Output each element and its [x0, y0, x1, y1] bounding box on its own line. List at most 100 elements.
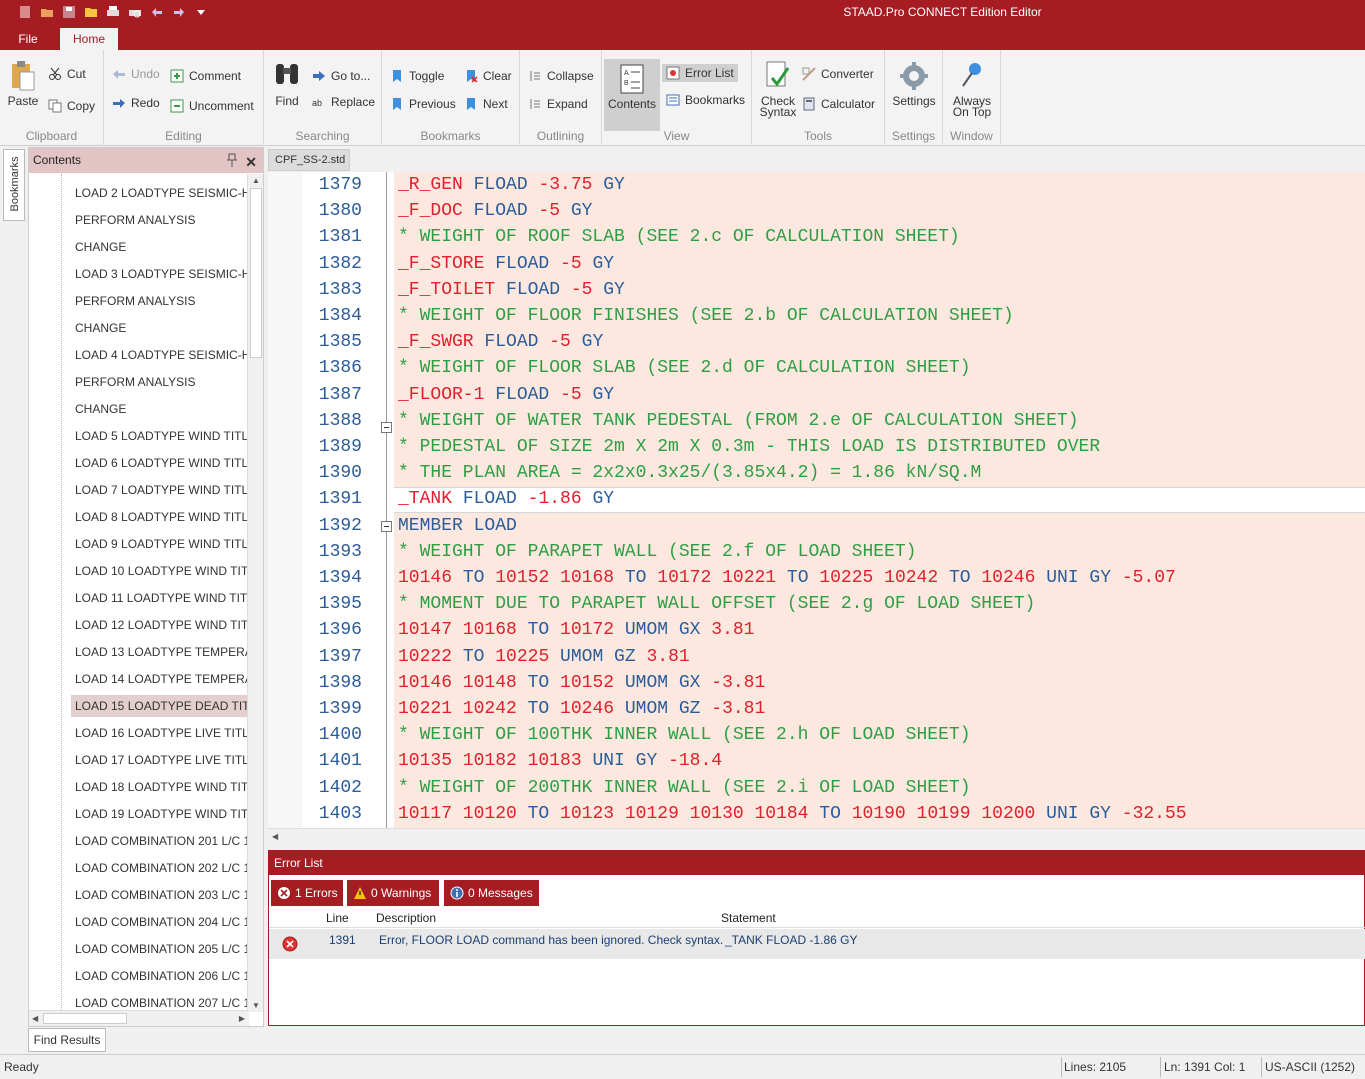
- code-line[interactable]: * WEIGHT OF PARAPET WALL (SEE 2.f OF LOA…: [398, 539, 916, 565]
- tree-item[interactable]: LOAD 12 LOADTYPE WIND TITLE: [71, 614, 249, 636]
- error-list-button[interactable]: Error List: [662, 64, 738, 82]
- file-tab[interactable]: CPF_SS-2.std: [268, 149, 350, 171]
- errors-filter-button[interactable]: 1 Errors: [271, 880, 343, 906]
- code-editor[interactable]: 1379 1380 1381 1382 1383 1384 1385 1386 1387 1388…: [268, 172, 1365, 828]
- bookmarks-side-tab[interactable]: Bookmarks: [3, 149, 25, 221]
- calculator-button[interactable]: Calculator: [802, 97, 875, 111]
- tree-item[interactable]: LOAD 11 LOADTYPE WIND TITLE: [71, 587, 249, 609]
- column-description[interactable]: Description: [376, 911, 436, 925]
- warnings-filter-button[interactable]: 0 Warnings: [347, 880, 439, 906]
- tree-item[interactable]: LOAD 19 LOADTYPE WIND TITLE: [71, 803, 249, 825]
- code-line[interactable]: _F_STORE FLOAD -5 GY: [398, 251, 614, 277]
- column-line[interactable]: Line: [326, 911, 349, 925]
- close-icon[interactable]: ✕: [245, 150, 257, 174]
- code-line[interactable]: _R_GEN FLOAD -3.75 GY: [398, 172, 625, 198]
- contents-vertical-thumb[interactable]: [250, 188, 262, 358]
- tree-item[interactable]: LOAD COMBINATION 204 L/C 1.3: [71, 911, 249, 933]
- tree-item[interactable]: PERFORM ANALYSIS: [71, 290, 249, 312]
- comment-button[interactable]: Comment: [170, 69, 241, 83]
- previous-bookmark-button[interactable]: Previous: [390, 97, 456, 111]
- undo-button[interactable]: Undo: [112, 67, 160, 81]
- code-line[interactable]: 10146 TO 10152 10168 TO 10172 10221 TO 1…: [398, 565, 1176, 591]
- tree-item[interactable]: PERFORM ANALYSIS: [71, 209, 249, 231]
- tree-item[interactable]: CHANGE: [71, 398, 249, 420]
- tree-item[interactable]: LOAD 13 LOADTYPE TEMPERATU: [71, 641, 249, 663]
- tree-item[interactable]: LOAD 17 LOADTYPE LIVE TITLE (E: [71, 749, 249, 771]
- paste-button[interactable]: Paste: [6, 60, 40, 107]
- tree-item[interactable]: LOAD 7 LOADTYPE WIND TITLE (: [71, 479, 249, 501]
- code-line[interactable]: 10146 10148 TO 10152 UMOM GX -3.81: [398, 670, 765, 696]
- code-line[interactable]: * WEIGHT OF WATER TANK PEDESTAL (FROM 2.…: [398, 408, 1079, 434]
- copy-button[interactable]: Copy: [48, 99, 95, 113]
- code-line[interactable]: _FLOOR-1 FLOAD -5 GY: [398, 382, 614, 408]
- code-line[interactable]: 10221 10242 TO 10246 UMOM GZ -3.81: [398, 696, 765, 722]
- tree-item[interactable]: LOAD 4 LOADTYPE SEISMIC-H TITLE: [71, 344, 249, 366]
- code-line[interactable]: * PEDESTAL OF SIZE 2m X 2m X 0.3m - THIS…: [398, 434, 1100, 460]
- fold-toggle-icon[interactable]: [381, 422, 392, 433]
- cut-button[interactable]: Cut: [48, 67, 86, 81]
- tree-item[interactable]: LOAD COMBINATION 206 L/C 1.3: [71, 965, 249, 987]
- always-on-top-button[interactable]: Always On Top: [947, 60, 997, 118]
- collapse-button[interactable]: Collapse: [528, 69, 594, 83]
- contents-button[interactable]: AB Contents: [604, 59, 660, 131]
- contents-horizontal-scrollbar[interactable]: ◀ ▶: [29, 1010, 249, 1026]
- tree-item[interactable]: LOAD COMBINATION 201 L/C 1.3: [71, 830, 249, 852]
- tree-item[interactable]: LOAD 5 LOADTYPE WIND TITLE (: [71, 425, 249, 447]
- code-line[interactable]: _F_DOC FLOAD -5 GY: [398, 198, 592, 224]
- scroll-down-icon[interactable]: ▼: [252, 1001, 260, 1010]
- find-results-tab[interactable]: Find Results: [28, 1028, 106, 1052]
- toggle-bookmark-button[interactable]: Toggle: [390, 69, 444, 83]
- code-line[interactable]: * WEIGHT OF 100THK INNER WALL (SEE 2.h O…: [398, 722, 971, 748]
- tree-item[interactable]: LOAD 14 LOADTYPE TEMPERATU: [71, 668, 249, 690]
- code-line[interactable]: _F_SWGR FLOAD -5 GY: [398, 329, 603, 355]
- tree-item[interactable]: LOAD 9 LOADTYPE WIND TITLE (: [71, 533, 249, 555]
- editor-scroll-left-icon[interactable]: ◀: [272, 832, 278, 841]
- redo-button[interactable]: Redo: [112, 96, 160, 110]
- scroll-left-icon[interactable]: ◀: [32, 1014, 38, 1023]
- uncomment-button[interactable]: Uncomment: [170, 99, 254, 113]
- editor-horizontal-scrollbar[interactable]: ◀: [268, 828, 1365, 844]
- check-syntax-button[interactable]: Check Syntax: [758, 60, 798, 118]
- tree-item[interactable]: LOAD COMBINATION 203 L/C 1.3: [71, 884, 249, 906]
- tree-item[interactable]: LOAD 2 LOADTYPE SEISMIC-H TITLE: [71, 182, 249, 204]
- contents-horizontal-thumb[interactable]: [43, 1013, 127, 1024]
- code-line[interactable]: MEMBER LOAD: [398, 513, 517, 539]
- tree-item[interactable]: LOAD COMBINATION 205 L/C 1.3: [71, 938, 249, 960]
- tree-item[interactable]: LOAD 8 LOADTYPE WIND TITLE (: [71, 506, 249, 528]
- code-line[interactable]: * THE PLAN AREA = 2x2x0.3x25/(3.85x4.2) …: [398, 460, 981, 486]
- tab-home[interactable]: Home: [60, 28, 118, 50]
- tree-item[interactable]: LOAD 16 LOADTYPE LIVE TITLE (L: [71, 722, 249, 744]
- expand-button[interactable]: Expand: [528, 97, 588, 111]
- tree-item[interactable]: LOAD 15 LOADTYPE DEAD TITLE: [71, 695, 249, 717]
- messages-filter-button[interactable]: 0 Messages: [444, 880, 539, 906]
- contents-vertical-scrollbar[interactable]: ▲ ▼: [247, 174, 263, 1012]
- code-line[interactable]: _TANK FLOAD -1.86 GY: [398, 486, 614, 512]
- next-bookmark-button[interactable]: Next: [464, 97, 508, 111]
- code-line[interactable]: * MOMENT DUE TO PARAPET WALL OFFSET (SEE…: [398, 591, 1035, 617]
- settings-button[interactable]: Settings: [889, 60, 939, 107]
- replace-button[interactable]: ab Replace: [312, 95, 375, 109]
- code-line[interactable]: 10117 10120 TO 10123 10129 10130 10184 T…: [398, 801, 1187, 827]
- clear-bookmarks-button[interactable]: Clear: [464, 69, 512, 83]
- scroll-right-icon[interactable]: ▶: [239, 1014, 245, 1023]
- code-line[interactable]: _F_TOILET FLOAD -5 GY: [398, 277, 625, 303]
- code-line[interactable]: 10222 TO 10225 UMOM GZ 3.81: [398, 644, 690, 670]
- tree-item[interactable]: LOAD 6 LOADTYPE WIND TITLE (: [71, 452, 249, 474]
- code-line[interactable]: * WEIGHT OF 200THK INNER WALL (SEE 2.i O…: [398, 775, 971, 801]
- tree-item[interactable]: LOAD 3 LOADTYPE SEISMIC-H TITLE: [71, 263, 249, 285]
- tree-item[interactable]: CHANGE: [71, 236, 249, 258]
- tab-file[interactable]: File: [8, 28, 48, 50]
- code-line[interactable]: * WEIGHT OF ROOF SLAB (SEE 2.c OF CALCUL…: [398, 224, 960, 250]
- tree-item[interactable]: LOAD COMBINATION 202 L/C 1.3: [71, 857, 249, 879]
- goto-button[interactable]: Go to...: [312, 69, 370, 83]
- code-line[interactable]: 10147 10168 TO 10172 UMOM GX 3.81: [398, 617, 755, 643]
- tree-item[interactable]: LOAD COMBINATION 207 L/C 1.3: [71, 992, 249, 1012]
- tree-item[interactable]: LOAD 18 LOADTYPE WIND TITLE: [71, 776, 249, 798]
- pin-panel-icon[interactable]: [227, 153, 237, 167]
- fold-toggle-icon[interactable]: [381, 521, 392, 532]
- code-line[interactable]: * WEIGHT OF FLOOR FINISHES (SEE 2.b OF C…: [398, 303, 1014, 329]
- tree-item[interactable]: CHANGE: [71, 317, 249, 339]
- find-button[interactable]: Find: [270, 60, 304, 107]
- bookmarks-view-button[interactable]: Bookmarks: [666, 93, 745, 107]
- column-statement[interactable]: Statement: [721, 911, 776, 925]
